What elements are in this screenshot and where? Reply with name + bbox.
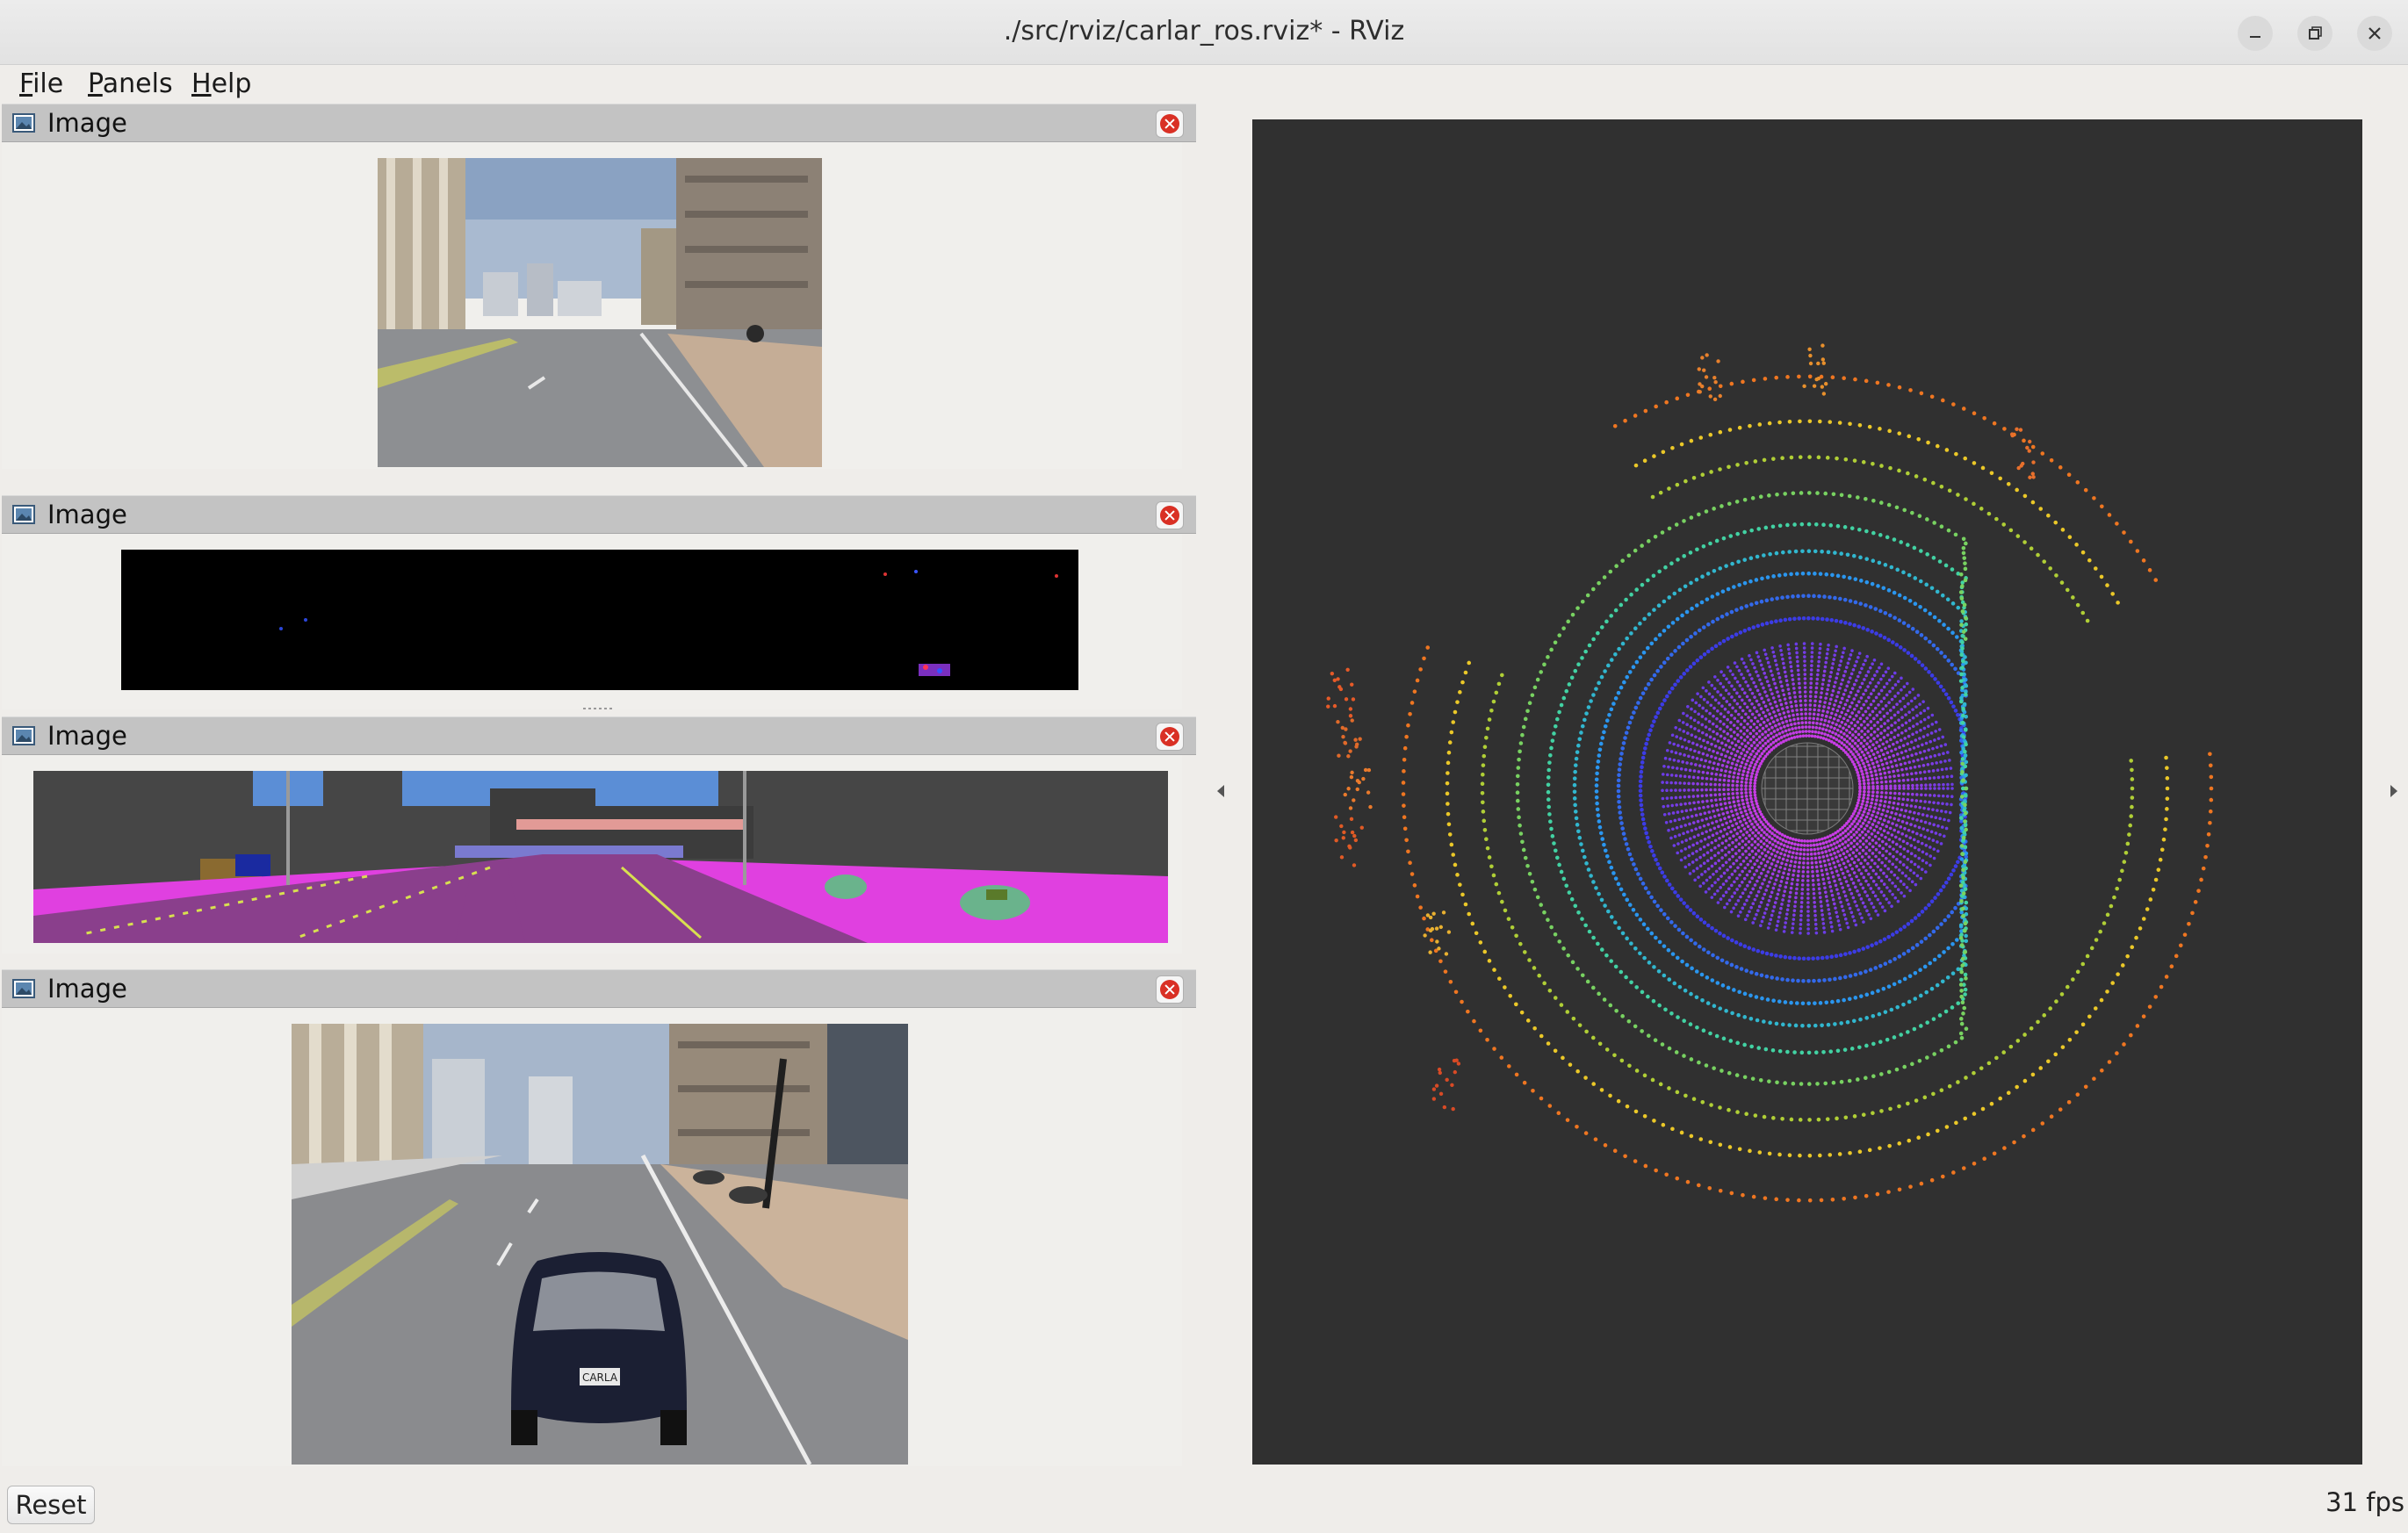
minimize-button[interactable] — [2238, 16, 2273, 51]
window-title-bar: ./src/rviz/carlar_ros.rviz* - RViz — [0, 0, 2408, 65]
panel-close-button[interactable] — [1156, 975, 1184, 1004]
panel-title: Image — [47, 500, 127, 529]
segmentation-image — [33, 771, 1168, 943]
chase-camera-image: CARLA — [292, 1024, 908, 1465]
svg-text:CARLA: CARLA — [582, 1371, 618, 1384]
collapse-left-arrow-icon[interactable] — [1217, 785, 1224, 797]
maximize-button[interactable] — [2297, 16, 2332, 51]
menu-file[interactable]: File — [18, 68, 65, 99]
lidar-point-cloud — [1252, 119, 2362, 1465]
image-panel-header[interactable]: Image — [2, 104, 1196, 142]
maximize-icon — [2306, 25, 2324, 42]
panel-close-button[interactable] — [1156, 723, 1184, 751]
image-icon — [12, 113, 35, 133]
panel-title: Image — [47, 108, 127, 138]
image-icon — [12, 505, 35, 524]
close-icon — [1160, 980, 1179, 999]
panel-title: Image — [47, 721, 127, 751]
fps-readout: 31 fps — [2325, 1487, 2404, 1517]
image-panel-header[interactable]: Image — [2, 969, 1196, 1008]
panel-close-button[interactable] — [1156, 501, 1184, 529]
panel-title: Image — [47, 974, 127, 1004]
vehicle: CARLA — [511, 1252, 687, 1445]
menu-panels[interactable]: Panels — [86, 68, 175, 99]
camera-image-front — [378, 158, 822, 467]
image-panel-header[interactable]: Image — [2, 495, 1196, 534]
image-panel-body: CARLA — [2, 1008, 1182, 1466]
close-icon — [1160, 506, 1179, 525]
render-3d-view[interactable] — [1252, 119, 2362, 1465]
panel-close-button[interactable] — [1156, 110, 1184, 138]
image-icon — [12, 726, 35, 745]
image-icon — [12, 979, 35, 998]
camera-image-dark — [121, 550, 1078, 690]
image-panel-body — [2, 534, 1182, 709]
collapse-right-arrow-icon[interactable] — [2390, 785, 2397, 797]
minimize-icon — [2246, 25, 2264, 42]
window-title: ./src/rviz/carlar_ros.rviz* - RViz — [0, 16, 2408, 47]
close-icon — [1160, 727, 1179, 746]
close-icon — [2366, 25, 2383, 42]
image-panel-body — [2, 755, 1182, 954]
close-button[interactable] — [2357, 16, 2392, 51]
image-panel-body — [2, 142, 1182, 469]
splitter-grip[interactable] — [583, 708, 615, 709]
menu-bar: File Panels Help — [0, 65, 2408, 104]
close-icon — [1160, 114, 1179, 133]
menu-help[interactable]: Help — [190, 68, 253, 99]
reset-button[interactable]: Reset — [7, 1486, 95, 1524]
image-panel-header[interactable]: Image — [2, 716, 1196, 755]
